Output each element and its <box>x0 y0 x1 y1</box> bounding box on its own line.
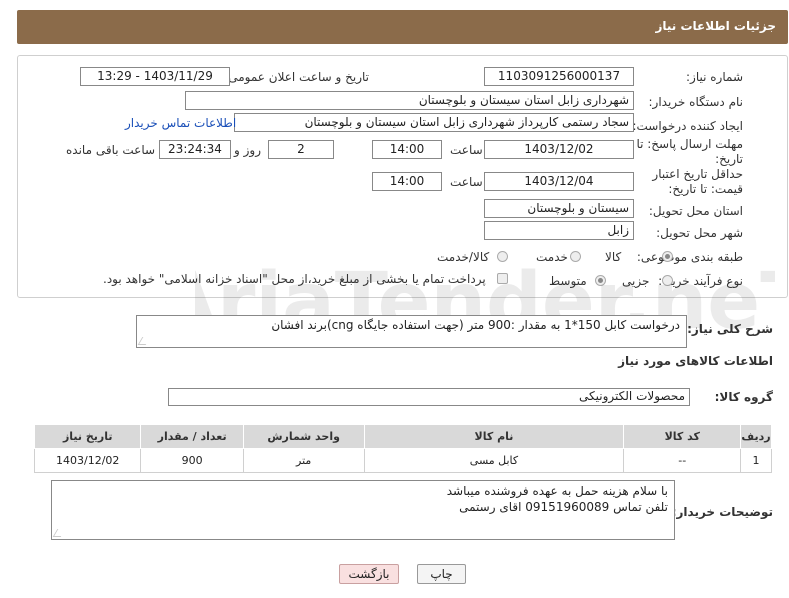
table-row: 1 -- کابل مسی متر 900 1403/12/02 <box>33 448 772 473</box>
description-box: درخواست کابل 150*1 به مقدار :900 متر (جه… <box>136 315 687 348</box>
print-button[interactable]: چاپ <box>417 564 466 584</box>
days-remaining-field: 2 <box>268 140 334 159</box>
page-header: جزئیات اطلاعات نیاز <box>17 10 788 44</box>
price-validity-label: حداقل تاریخ اعتبار قیمت: تا تاریخ: <box>652 167 743 196</box>
announce-datetime-label: تاریخ و ساعت اعلان عمومی: <box>224 70 369 84</box>
purchase-radio-minor[interactable] <box>662 275 673 286</box>
col-goods-name: نام کالا <box>363 424 625 449</box>
days-and-label: روز و <box>234 143 261 157</box>
col-goods-code: کد کالا <box>623 424 742 449</box>
buyer-org-label: نام دستگاه خریدار: <box>648 95 744 109</box>
city-label: شهر محل تحویل: <box>656 226 743 240</box>
purchase-option-minor: جزیی <box>622 274 650 288</box>
deadline-time-label: ساعت <box>450 143 483 157</box>
announce-datetime-field: 1403/11/29 - 13:29 <box>80 67 230 86</box>
goods-table: ردیف کد کالا نام کالا واحد شمارش تعداد /… <box>33 424 772 473</box>
cell-row-number: 1 <box>740 448 772 473</box>
goods-table-header: ردیف کد کالا نام کالا واحد شمارش تعداد /… <box>33 424 772 449</box>
deadline-time-field: 14:00 <box>372 140 442 159</box>
buyer-notes-label: توضیحات خریدار: <box>671 505 773 519</box>
col-unit: واحد شمارش <box>242 424 365 449</box>
resize-grip-icon[interactable] <box>137 337 151 345</box>
goods-group-field: محصولات الکترونیکی <box>168 388 690 406</box>
price-validity-time-label: ساعت <box>450 175 483 189</box>
category-radio-goods[interactable] <box>662 251 673 262</box>
page-title: جزئیات اطلاعات نیاز <box>655 19 776 33</box>
description-text: درخواست کابل 150*1 به مقدار :900 متر (جه… <box>271 318 680 332</box>
deadline-label: مهلت ارسال پاسخ: تا تاریخ: <box>636 137 743 166</box>
col-need-date: تاریخ نیاز <box>33 424 142 449</box>
buyer-org-field: شهرداری زابل استان سیستان و بلوچستان <box>185 91 634 110</box>
time-remaining-field: 23:24:34 <box>159 140 231 159</box>
deadline-date-field: 1403/12/02 <box>484 140 634 159</box>
province-field: سیستان و بلوچستان <box>484 199 634 218</box>
cell-goods-name: کابل مسی <box>363 448 625 473</box>
province-label: استان محل تحویل: <box>648 204 743 218</box>
treasury-checkbox[interactable] <box>497 273 508 284</box>
category-radio-service[interactable] <box>570 251 581 262</box>
category-radio-goods-service[interactable] <box>497 251 508 262</box>
col-quantity: تعداد / مقدار <box>140 424 244 449</box>
buyer-notes-box: با سلام هزینه حمل به عهده فروشنده میباشد… <box>51 480 675 540</box>
back-button[interactable]: بازگشت <box>339 564 399 584</box>
purchase-option-medium: متوسط <box>549 274 587 288</box>
creator-field: سجاد رستمی کارپرداز شهرداری زابل استان س… <box>234 113 634 132</box>
treasury-note: پرداخت تمام یا بخشی از مبلغ خرید،از محل … <box>103 272 486 286</box>
category-option-goods-service: کالا/خدمت <box>437 250 490 264</box>
category-option-goods: کالا <box>605 250 622 264</box>
goods-section-title: اطلاعات کالاهای مورد نیاز <box>618 354 773 368</box>
buyer-contact-link[interactable]: اطلاعات تماس خریدار <box>125 116 236 130</box>
cell-goods-code: -- <box>623 448 742 473</box>
goods-group-label: گروه کالا: <box>714 390 773 404</box>
cell-unit: متر <box>242 448 365 473</box>
need-number-label: شماره نیاز: <box>686 70 743 84</box>
col-row-number: ردیف <box>740 424 772 449</box>
description-label: شرح کلی نیاز: <box>687 322 773 336</box>
cell-quantity: 900 <box>140 448 244 473</box>
category-label: طبقه بندی موضوعی: <box>636 250 743 264</box>
time-remaining-label: ساعت باقی مانده <box>66 143 156 157</box>
price-validity-time-field: 14:00 <box>372 172 442 191</box>
category-option-service: خدمت <box>536 250 568 264</box>
city-field: زابل <box>484 221 634 240</box>
need-number-field: 1103091256000137 <box>484 67 634 86</box>
buyer-notes-line-1: با سلام هزینه حمل به عهده فروشنده میباشد <box>446 484 668 498</box>
cell-need-date: 1403/12/02 <box>33 448 142 473</box>
creator-label: ایجاد کننده درخواست: <box>632 119 743 133</box>
purchase-radio-medium[interactable] <box>595 275 606 286</box>
resize-grip-icon[interactable] <box>52 529 66 537</box>
buyer-notes-line-2: تلفن تماس 09151960089 اقای رستمی <box>459 500 668 514</box>
price-validity-date-field: 1403/12/04 <box>484 172 634 191</box>
